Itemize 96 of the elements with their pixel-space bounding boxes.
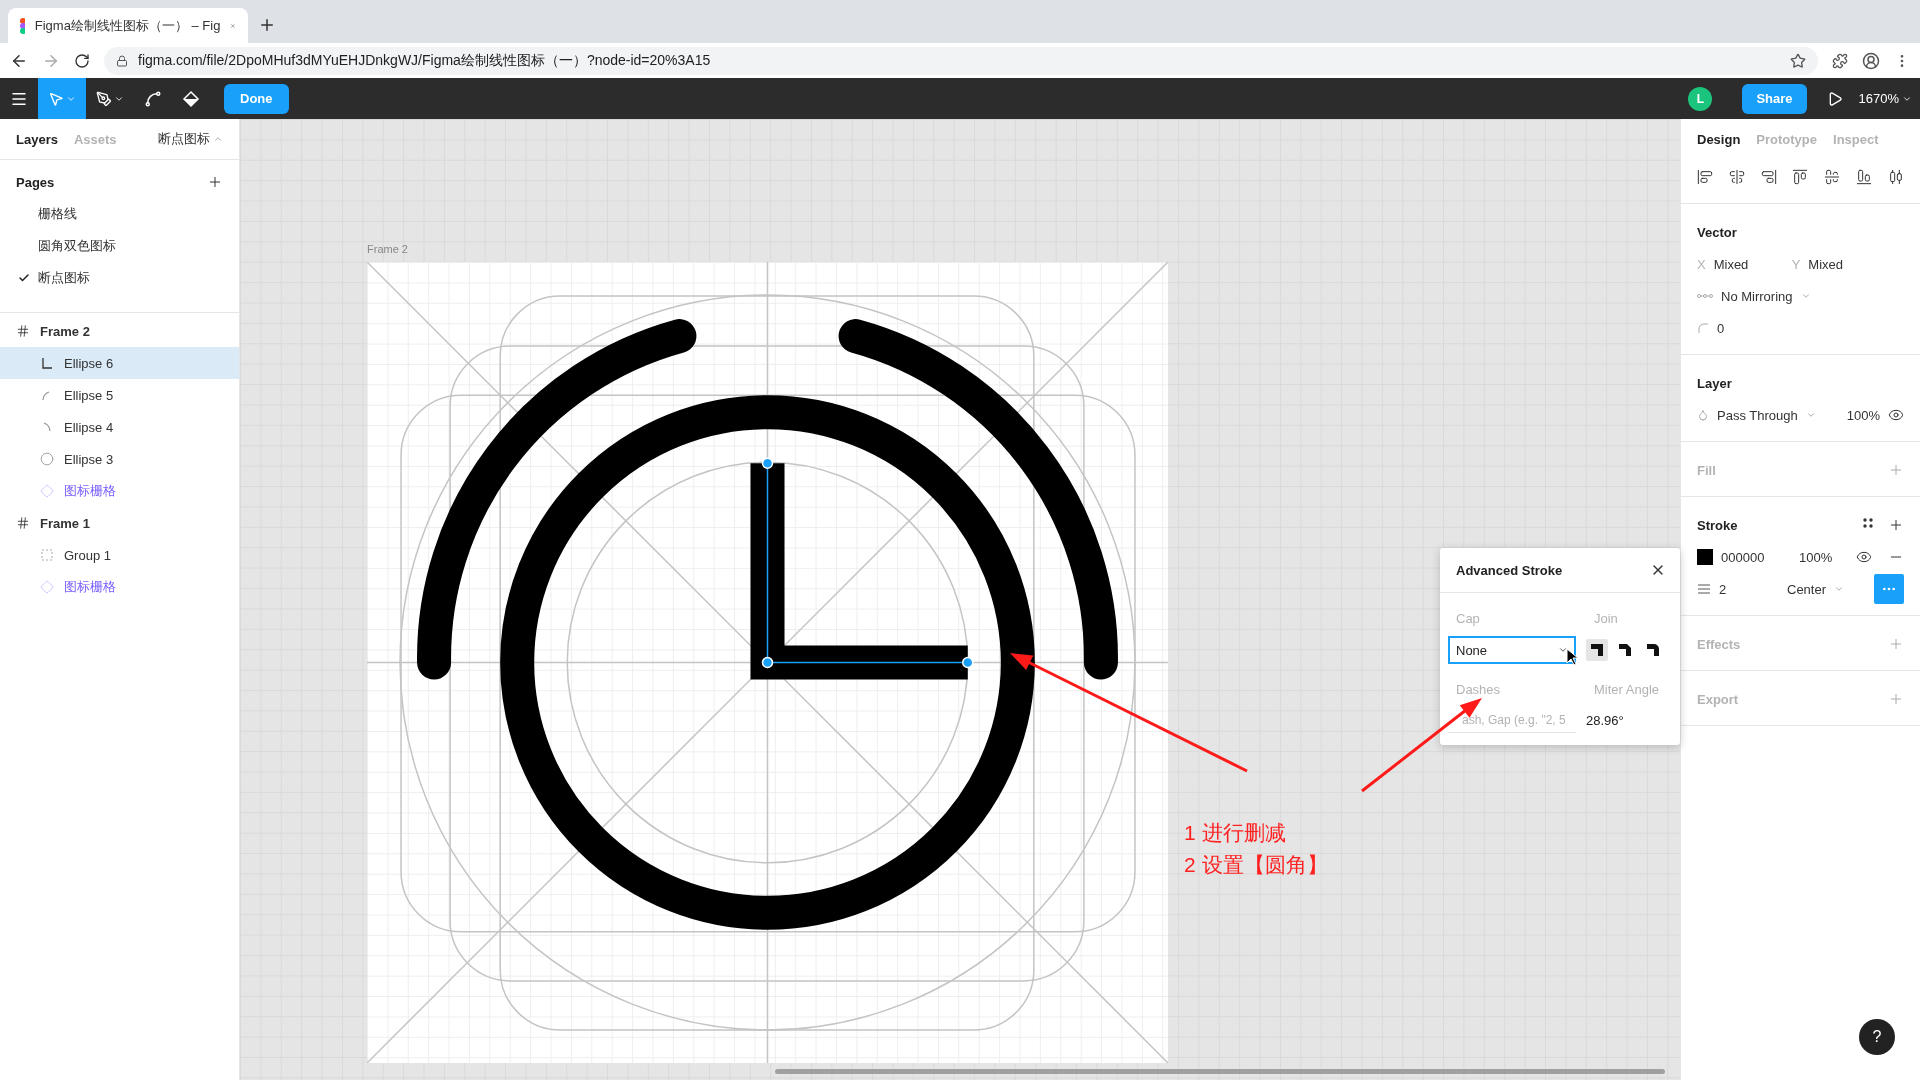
page-item[interactable]: 圆角双色图标 bbox=[0, 230, 239, 262]
color-swatch[interactable] bbox=[1697, 549, 1713, 565]
layer-item[interactable]: Frame 1 bbox=[0, 507, 239, 539]
panel-tab[interactable]: Design bbox=[1697, 131, 1741, 147]
field-label: Y bbox=[1791, 256, 1801, 272]
layer-item[interactable]: 图标栅格 bbox=[0, 475, 239, 507]
opacity-field[interactable]: 100% bbox=[1846, 407, 1880, 423]
blend-icon bbox=[1697, 409, 1709, 421]
join-option[interactable] bbox=[1586, 639, 1608, 661]
field-label: X bbox=[1697, 256, 1706, 272]
bend-icon bbox=[144, 89, 162, 108]
distribute-icon[interactable] bbox=[1887, 169, 1904, 185]
page-selector[interactable]: 断点图标 bbox=[158, 130, 223, 148]
cap-dropdown[interactable]: None bbox=[1448, 636, 1576, 664]
frame-icon bbox=[16, 516, 30, 530]
annotation-text: 2 设置【圆角】 bbox=[1184, 852, 1328, 878]
figma-logo-icon bbox=[20, 17, 25, 34]
align-center-icon[interactable] bbox=[1728, 169, 1745, 185]
round-join-icon bbox=[1646, 643, 1660, 657]
browser-tab[interactable]: Figma绘制线性图标（一） – Fig bbox=[8, 8, 248, 43]
scrollbar[interactable] bbox=[775, 1069, 1665, 1074]
miter-angle-field[interactable]: 28.96° bbox=[1586, 712, 1672, 728]
new-tab-icon[interactable] bbox=[258, 16, 276, 34]
address-bar[interactable]: figma.com/file/2DpoMHuf3dMYuEHJDnkgWJ/Figma绘制线性图标（一）?node-id=20%3A15 bbox=[104, 46, 1818, 75]
stroke-weight-field[interactable]: 2 bbox=[1719, 581, 1779, 597]
style-icon[interactable] bbox=[1862, 517, 1874, 529]
y-field[interactable]: Mixed bbox=[1808, 256, 1844, 272]
field-label: Dashes bbox=[1455, 681, 1502, 699]
zoom-dropdown[interactable]: 1670% bbox=[1842, 91, 1920, 106]
bevel-join-icon bbox=[1618, 643, 1632, 657]
extensions-icon[interactable] bbox=[1832, 52, 1848, 69]
panel-tab[interactable]: Layers bbox=[16, 131, 58, 147]
page-item[interactable]: 栅格线 bbox=[0, 198, 239, 230]
layer-item[interactable]: Frame 2 bbox=[0, 315, 239, 347]
section-title: Fill bbox=[1697, 462, 1716, 478]
opacity-field[interactable]: 100% bbox=[1799, 549, 1833, 565]
layer-item[interactable]: Group 1 bbox=[0, 539, 239, 571]
caret-icon bbox=[1558, 645, 1568, 655]
align-middle-icon[interactable] bbox=[1824, 169, 1841, 185]
section-title: Layer bbox=[1697, 375, 1732, 391]
mirroring-dropdown[interactable]: No Mirroring bbox=[1681, 280, 1920, 312]
layer-item[interactable]: Ellipse 6 bbox=[0, 347, 239, 379]
annotation-text: 1 进行删减 bbox=[1184, 820, 1287, 846]
field-label: Join bbox=[1593, 610, 1619, 628]
blend-mode-dropdown[interactable]: Pass Through bbox=[1717, 407, 1798, 423]
reload-icon[interactable] bbox=[74, 52, 90, 69]
section-title: Effects bbox=[1697, 636, 1741, 652]
section-title: Stroke bbox=[1697, 517, 1738, 533]
layer-item[interactable]: 图标栅格 bbox=[0, 571, 239, 603]
field-label: Miter Angle bbox=[1593, 681, 1661, 699]
cursor-icon bbox=[1566, 648, 1578, 666]
align-bottom-icon[interactable] bbox=[1856, 169, 1873, 185]
section-title: Export bbox=[1697, 691, 1739, 707]
align-right-icon[interactable] bbox=[1760, 169, 1777, 185]
panel-title: Advanced Stroke bbox=[1456, 562, 1563, 578]
ellipse-icon bbox=[40, 452, 54, 466]
field-label: Cap bbox=[1455, 610, 1481, 628]
align-left-icon[interactable] bbox=[1697, 169, 1713, 185]
stroke-weight-icon bbox=[1697, 583, 1711, 595]
pointer-icon bbox=[48, 90, 64, 107]
visibility-icon[interactable] bbox=[1888, 407, 1904, 423]
add-icon[interactable] bbox=[1888, 517, 1904, 533]
layer-item[interactable]: Ellipse 4 bbox=[0, 411, 239, 443]
section-title: Vector bbox=[1697, 224, 1737, 240]
group-icon bbox=[40, 548, 54, 562]
profile-icon[interactable] bbox=[1862, 51, 1880, 70]
miter-join-icon bbox=[1590, 643, 1604, 657]
star-icon[interactable] bbox=[1790, 52, 1806, 69]
add-icon[interactable] bbox=[207, 174, 223, 190]
component-icon bbox=[40, 484, 54, 498]
clock-drawing[interactable] bbox=[417, 319, 1118, 930]
lock-icon bbox=[116, 54, 128, 67]
caret-icon bbox=[213, 134, 223, 144]
corner-radius-field[interactable]: 0 bbox=[1717, 320, 1725, 336]
align-top-icon[interactable] bbox=[1792, 169, 1809, 185]
layer-item[interactable]: Ellipse 3 bbox=[0, 443, 239, 475]
layer-item[interactable]: Ellipse 5 bbox=[0, 379, 239, 411]
frame-label: Frame 2 bbox=[367, 243, 408, 255]
hex-field[interactable]: 000000 bbox=[1721, 549, 1791, 565]
x-field[interactable]: Mixed bbox=[1713, 256, 1784, 272]
stroke-align-dropdown[interactable]: Center bbox=[1787, 581, 1827, 597]
frame-icon bbox=[16, 324, 30, 338]
check-icon bbox=[18, 272, 30, 284]
section-title: Pages bbox=[16, 174, 55, 190]
corner-radius-icon bbox=[1697, 322, 1709, 334]
pen-icon bbox=[96, 90, 112, 107]
caret-icon bbox=[1834, 584, 1845, 594]
vector-selection[interactable] bbox=[761, 457, 974, 669]
caret-icon bbox=[1805, 410, 1816, 420]
caret-icon bbox=[1800, 291, 1811, 301]
vector-corner-icon bbox=[40, 356, 54, 370]
component-icon bbox=[40, 580, 54, 594]
paint-bucket-icon bbox=[182, 89, 200, 108]
page-item[interactable]: 断点图标 bbox=[0, 262, 239, 294]
visibility-icon[interactable] bbox=[1856, 549, 1872, 565]
mirroring-icon bbox=[1697, 292, 1713, 300]
